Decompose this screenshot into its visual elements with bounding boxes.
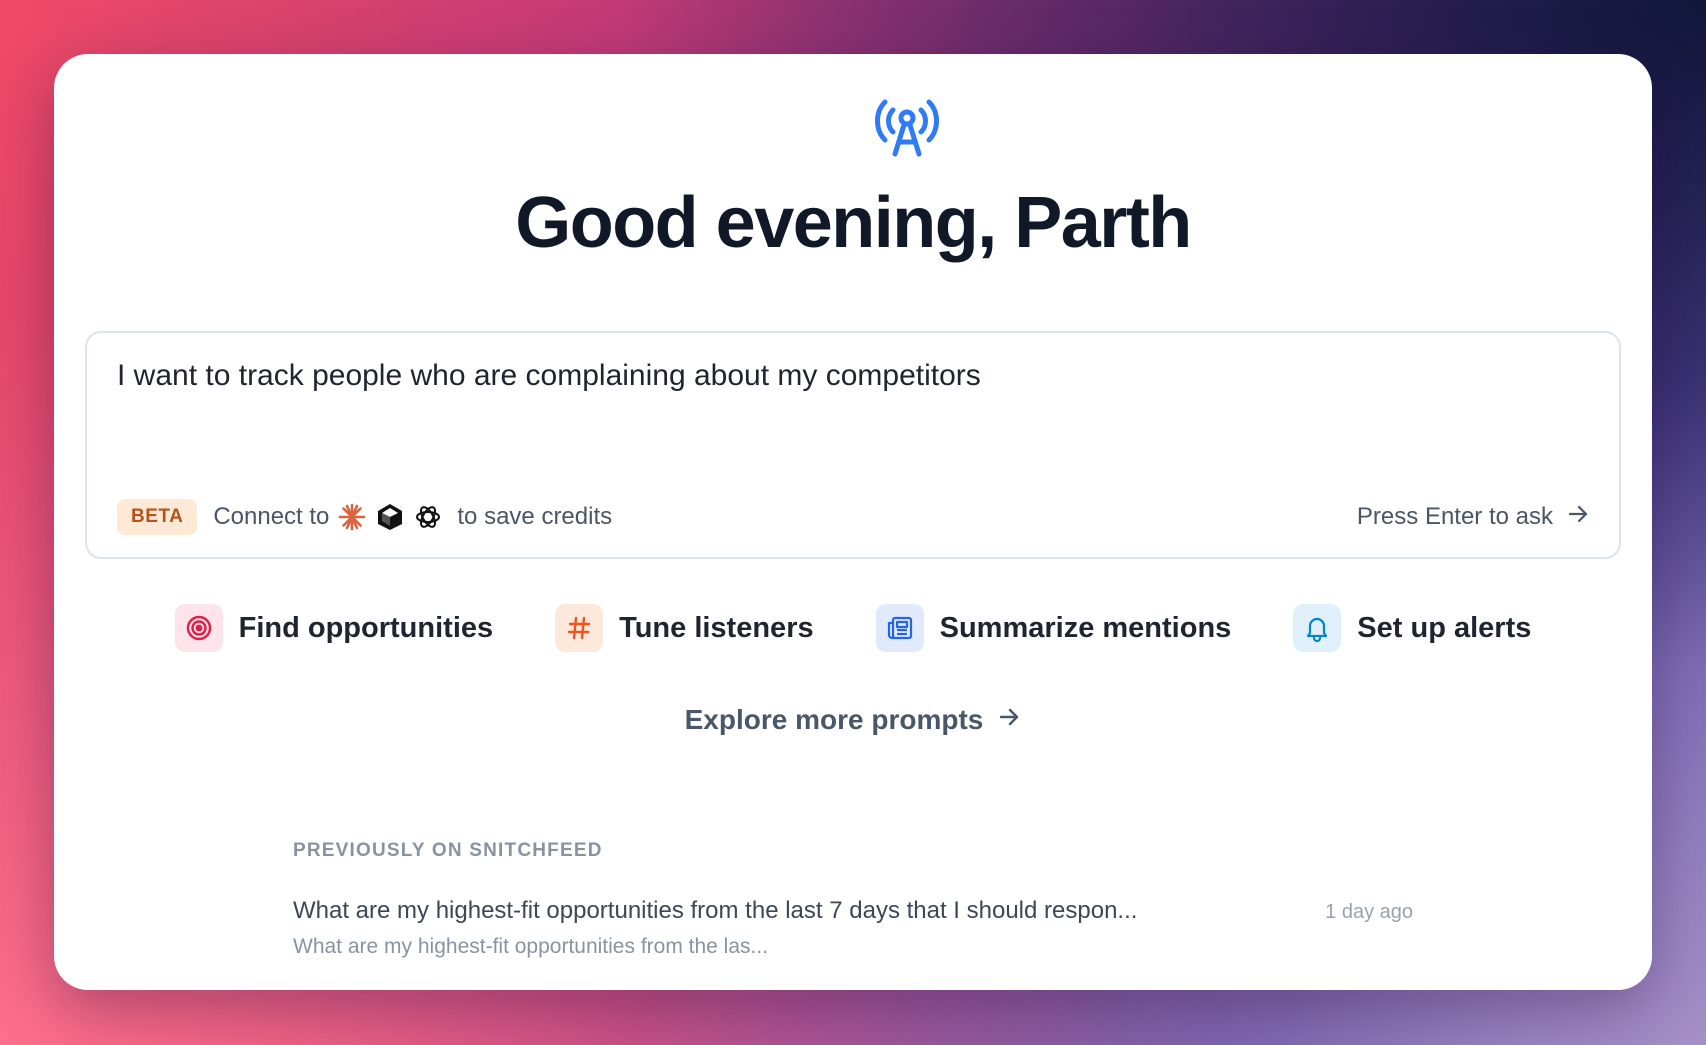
summarize-mentions-button[interactable]: Summarize mentions	[875, 604, 1232, 652]
explore-prompts-link[interactable]: Explore more prompts	[54, 704, 1652, 736]
tune-listeners-button[interactable]: Tune listeners	[555, 604, 814, 652]
arrow-right-icon	[997, 704, 1021, 736]
find-opportunities-button[interactable]: Find opportunities	[174, 604, 494, 652]
tune-listeners-label: Tune listeners	[619, 611, 814, 644]
history-item-subtitle: What are my highest-fit opportunities fr…	[293, 935, 769, 958]
openai-icon[interactable]	[413, 502, 443, 532]
explore-prompts-label: Explore more prompts	[684, 704, 984, 735]
connect-label: Connect to	[213, 503, 330, 530]
cursor-icon[interactable]	[375, 502, 405, 532]
beta-badge: BETA	[117, 499, 198, 535]
ask-box[interactable]: I want to track people who are complaini…	[85, 331, 1621, 559]
hash-icon	[555, 604, 604, 652]
find-opportunities-label: Find opportunities	[238, 611, 494, 644]
history-section-label: PREVIOUSLY ON SNITCHFEED	[293, 840, 603, 861]
broadcast-tower-icon	[867, 84, 947, 164]
enter-hint-label: Press Enter to ask	[1356, 503, 1553, 530]
claude-icon[interactable]	[337, 502, 367, 532]
submit-button[interactable]: Press Enter to ask	[1357, 503, 1589, 532]
set-up-alerts-label: Set up alerts	[1357, 611, 1532, 644]
newspaper-icon	[875, 604, 924, 652]
history-item-title: What are my highest-fit opportunities fr…	[293, 897, 1138, 924]
history-item-time: 1 day ago	[1325, 901, 1413, 923]
ask-footer: BETA Connect to to save credits Press En…	[117, 499, 1589, 535]
summarize-mentions-label: Summarize mentions	[939, 611, 1232, 644]
main-card: Good evening, Parth I want to track peop…	[54, 54, 1652, 990]
arrow-right-icon	[1567, 503, 1589, 532]
bell-icon	[1293, 604, 1342, 652]
greeting-heading: Good evening, Parth	[515, 183, 1192, 263]
save-credits-label: to save credits	[457, 503, 613, 530]
history-item[interactable]: What are my highest-fit opportunities fr…	[293, 897, 1413, 967]
set-up-alerts-button[interactable]: Set up alerts	[1293, 604, 1531, 652]
ask-input[interactable]: I want to track people who are complaini…	[117, 359, 1589, 393]
quick-actions: Find opportunities Tune listeners Summar…	[54, 604, 1652, 652]
target-icon	[174, 604, 223, 652]
